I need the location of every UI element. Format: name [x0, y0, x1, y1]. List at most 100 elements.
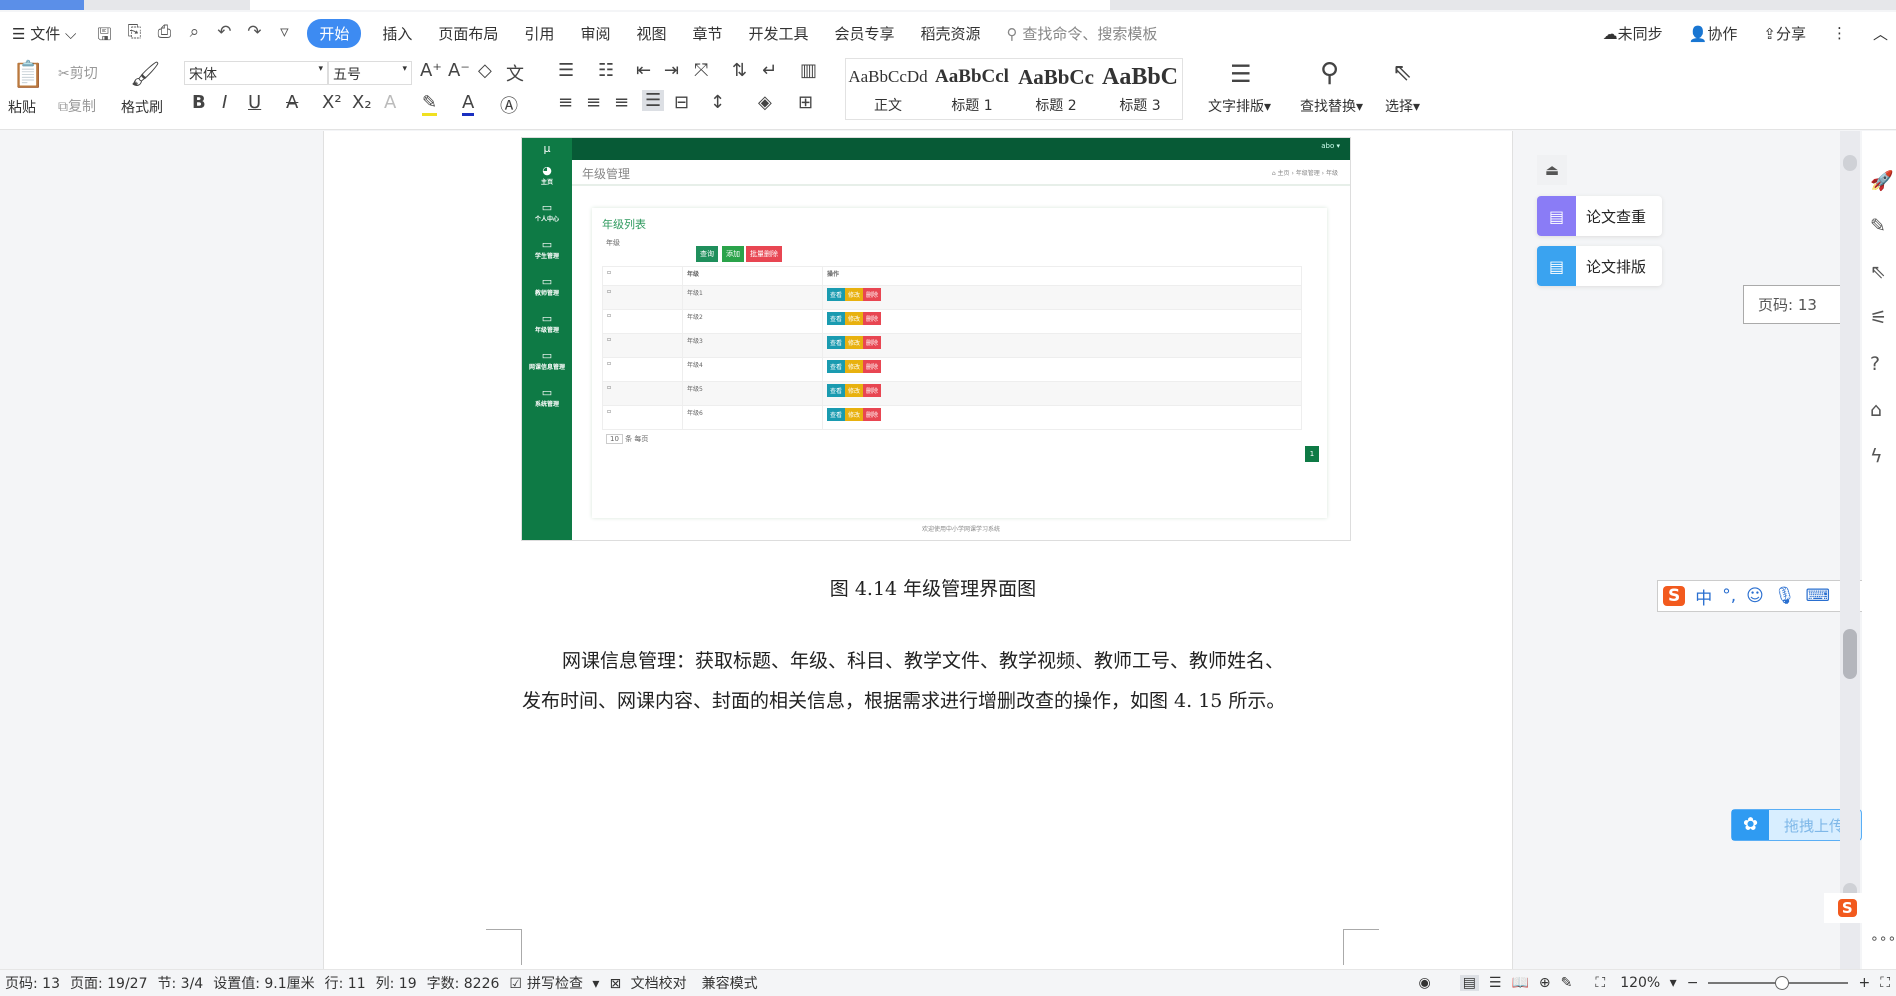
style-heading-3[interactable]: AaBbC 标题 3	[1098, 59, 1182, 119]
pen-icon[interactable]: ✎	[1870, 215, 1886, 237]
distribute-icon[interactable]: ⊟	[674, 92, 689, 113]
style-heading-2[interactable]: AaBbCc 标题 2	[1014, 59, 1098, 119]
copy-button[interactable]: ⧉复制	[58, 96, 96, 116]
paste-icon[interactable]: 📋	[12, 60, 44, 90]
redo-icon[interactable]: ↷	[243, 22, 265, 44]
tab-member[interactable]: 会员专享	[835, 23, 895, 44]
decrease-indent-icon[interactable]: ⇤	[636, 60, 651, 81]
bold-icon[interactable]: B	[192, 92, 206, 113]
cut-button[interactable]: ✂剪切	[58, 63, 98, 83]
eject-icon[interactable]: ⏏	[1537, 155, 1567, 185]
shading-icon[interactable]: ◈	[758, 92, 772, 113]
format-painter-button[interactable]: 格式刷	[121, 97, 163, 117]
tab-home[interactable]: 开始	[307, 18, 362, 48]
web-view-icon[interactable]: ⊕	[1539, 975, 1551, 991]
rocket-icon[interactable]: 🚀	[1870, 169, 1894, 192]
align-center-icon[interactable]: ≡	[586, 92, 601, 113]
zoom-in-icon[interactable]: +	[1858, 975, 1870, 991]
tab-review[interactable]: 审阅	[580, 23, 610, 44]
phonetic-icon[interactable]: 文	[506, 60, 524, 86]
ime-lang-toggle[interactable]: 中	[1695, 584, 1712, 609]
tab[interactable]	[0, 0, 84, 10]
justify-icon[interactable]: ☰	[642, 90, 665, 111]
tab-view[interactable]: 视图	[636, 23, 666, 44]
fit-page-icon[interactable]: ⛶	[1595, 975, 1605, 991]
char-border-icon[interactable]: Ⓐ	[500, 92, 518, 118]
sogou-logo-icon[interactable]: S	[1663, 586, 1686, 606]
punctuation-icon[interactable]: °,	[1722, 586, 1736, 606]
font-size-select[interactable]: 五号 ▾	[328, 61, 412, 85]
page-view-icon[interactable]: ▤	[1459, 975, 1479, 991]
vertical-scrollbar[interactable]	[1840, 131, 1860, 969]
scrollbar-thumb[interactable]	[1843, 629, 1857, 679]
command-search[interactable]: ⚲ 查找命令、搜索模板	[1007, 23, 1158, 44]
tab-docer[interactable]: 稻壳资源	[921, 23, 981, 44]
style-heading-1[interactable]: AaBbCcl 标题 1	[930, 59, 1014, 119]
more-dots-icon[interactable]: ∘∘∘	[1870, 931, 1896, 947]
highlight-icon[interactable]: ✎	[422, 92, 438, 116]
eye-protect-icon[interactable]: ◉	[1418, 975, 1430, 991]
more-icon[interactable]: ⋮	[1832, 24, 1847, 42]
paper-layout-button[interactable]: ▤ 论文排版	[1537, 246, 1662, 286]
help-icon[interactable]: ?	[1870, 353, 1880, 375]
tab-developer[interactable]: 开发工具	[748, 23, 808, 44]
align-right-icon[interactable]: ≡	[614, 92, 629, 113]
superscript-icon[interactable]: X²	[322, 92, 342, 113]
paste-button[interactable]: 粘贴	[8, 97, 36, 117]
text-layout-icon[interactable]: ☰	[1230, 60, 1252, 88]
spell-check-button[interactable]: ☑ 拼写检查 ▾	[509, 973, 599, 993]
select-cursor-icon[interactable]: ⇖	[1392, 58, 1412, 86]
zoom-slider-thumb[interactable]	[1774, 976, 1789, 990]
sync-button[interactable]: ☁未同步	[1603, 23, 1663, 44]
active-doc-tab[interactable]	[250, 0, 1110, 10]
collab-button[interactable]: 👤协作	[1689, 23, 1738, 44]
tab-insert[interactable]: 插入	[382, 23, 412, 44]
status-words[interactable]: 字数: 8226	[427, 973, 500, 993]
write-mode-icon[interactable]: ✎	[1561, 975, 1573, 991]
share-button[interactable]: ⇪分享	[1763, 23, 1806, 44]
paper-check-button[interactable]: ▤ 论文查重	[1537, 196, 1662, 236]
file-menu[interactable]: ☰ 文件 ⌵	[12, 23, 76, 44]
clear-format-icon[interactable]: ◇	[478, 60, 492, 81]
sogou-mini-icon[interactable]: S	[1837, 899, 1857, 917]
borders-icon[interactable]: ⊞	[798, 92, 813, 113]
zoom-out-icon[interactable]: −	[1687, 975, 1699, 991]
bullets-icon[interactable]: ☰	[558, 60, 574, 81]
status-page[interactable]: 页码: 13	[5, 973, 60, 993]
increase-indent-icon[interactable]: ⇥	[664, 60, 679, 81]
text-layout-button[interactable]: 文字排版▾	[1208, 96, 1271, 116]
scroll-up-icon[interactable]	[1843, 155, 1857, 171]
underline-icon[interactable]: U	[248, 92, 261, 113]
collapse-ribbon-icon[interactable]: ︿	[1873, 23, 1888, 44]
reading-view-icon[interactable]: 📖	[1511, 975, 1528, 991]
lightning-icon[interactable]: ϟ	[1870, 445, 1883, 467]
tab-section[interactable]: 章节	[692, 23, 722, 44]
find-replace-button[interactable]: 查找替换▾	[1300, 96, 1363, 116]
zoom-slider[interactable]	[1708, 976, 1849, 990]
customize-icon[interactable]: ▿	[273, 22, 295, 44]
shrink-font-icon[interactable]: A⁻	[448, 60, 470, 81]
shop-icon[interactable]: ⌂	[1870, 399, 1882, 421]
italic-icon[interactable]: I	[222, 92, 227, 113]
font-family-select[interactable]: 宋体 ▾	[184, 61, 328, 85]
print-preview-icon[interactable]: ⌕	[183, 22, 205, 44]
print-icon[interactable]: ⎙	[153, 22, 175, 44]
strikethrough-icon[interactable]: A	[286, 92, 298, 113]
style-normal[interactable]: AaBbCcDd 正文	[846, 59, 930, 119]
outline-view-icon[interactable]: ☰	[1489, 975, 1502, 991]
sort-icon[interactable]: ⇅	[732, 60, 747, 81]
sliders-icon[interactable]: ⚟	[1870, 307, 1887, 329]
proofread-button[interactable]: ⊠ 文档校对	[609, 973, 691, 993]
grow-font-icon[interactable]: A⁺	[420, 60, 442, 81]
chinese-layout-icon[interactable]: ⤧	[694, 60, 708, 81]
status-pages[interactable]: 页面: 19/27	[70, 973, 148, 993]
zoom-select[interactable]: 120% ▾	[1615, 975, 1677, 991]
save-icon[interactable]: 🖫	[93, 22, 115, 45]
numbering-icon[interactable]: ☷	[598, 60, 614, 81]
font-color-icon[interactable]: A	[462, 92, 475, 116]
tab-references[interactable]: 引用	[524, 23, 554, 44]
export-icon[interactable]: ⎘	[123, 22, 145, 44]
subscript-icon[interactable]: X₂	[352, 92, 372, 113]
select-button[interactable]: 选择▾	[1385, 96, 1420, 116]
table-ruler-icon[interactable]: ▥	[800, 60, 817, 81]
